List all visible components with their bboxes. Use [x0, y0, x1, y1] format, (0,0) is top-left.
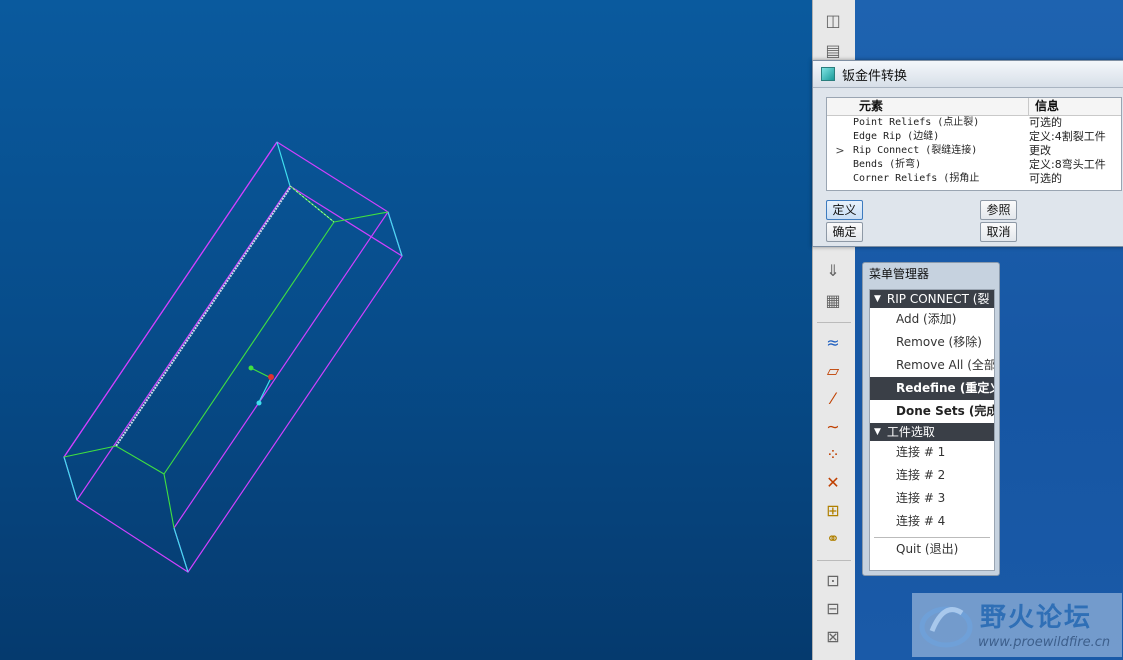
extrude-icon[interactable]: ▤: [819, 38, 847, 62]
menu-item-add[interactable]: Add (添加): [870, 308, 994, 331]
menu-item-connect-2[interactable]: 连接 # 2: [870, 464, 994, 487]
coordinate-system-icon[interactable]: ✕: [819, 470, 847, 494]
watermark-title: 野火论坛: [980, 603, 1093, 633]
menu-item-connect-4[interactable]: 连接 # 4: [870, 510, 994, 533]
dialog-title: 钣金件转换: [842, 68, 908, 84]
display-icon[interactable]: ⊠: [819, 624, 847, 648]
menu-item-redefine[interactable]: Redefine (重定义: [870, 377, 994, 400]
pattern-icon[interactable]: ▦: [819, 288, 847, 312]
element-list-header: 元素 信息: [827, 98, 1121, 116]
forum-watermark: 野火论坛 www.proewildfire.cn: [912, 593, 1122, 657]
current-marker-icon: >: [835, 144, 845, 157]
menu-item-done-sets[interactable]: Done Sets (完成: [870, 400, 994, 423]
layer-icon[interactable]: ⊡: [819, 568, 847, 592]
sheetmetal-conversion-dialog: 钣金件转换 元素 信息 Point Reliefs (点止裂) 可选的 Edge…: [812, 60, 1123, 247]
datum-plane-tool-icon[interactable]: ▱: [819, 358, 847, 382]
link-icon[interactable]: ⚭: [819, 526, 847, 550]
app-icon: [821, 67, 835, 81]
column-info: 信息: [1035, 99, 1060, 113]
menu-item-remove-all[interactable]: Remove All (全部: [870, 354, 994, 377]
collapse-triangle-icon: ▼: [874, 294, 881, 304]
watermark-url: www.proewildfire.cn: [978, 635, 1111, 650]
element-row[interactable]: Bends (折弯) 定义:8弯头工件: [827, 158, 1121, 172]
column-element: 元素: [827, 98, 1029, 115]
menu-item-connect-3[interactable]: 连接 # 3: [870, 487, 994, 510]
element-row[interactable]: Point Reliefs (点止裂) 可选的: [827, 116, 1121, 130]
define-button[interactable]: 定义: [826, 200, 863, 220]
element-row[interactable]: Edge Rip (边缝) 定义:4割裂工件: [827, 130, 1121, 144]
view-manager-icon[interactable]: ⊟: [819, 596, 847, 620]
curve-icon[interactable]: ≈: [819, 330, 847, 354]
datum-point-icon[interactable]: ⁘: [819, 442, 847, 466]
element-list[interactable]: 元素 信息 Point Reliefs (点止裂) 可选的 Edge Rip (…: [826, 97, 1122, 191]
menu-item-connect-1[interactable]: 连接 # 1: [870, 441, 994, 464]
cancel-button[interactable]: 取消: [980, 222, 1017, 242]
ok-button[interactable]: 确定: [826, 222, 863, 242]
section-part-select[interactable]: ▼ 工件选取: [870, 423, 994, 441]
datum-axis-icon[interactable]: ⁄: [819, 386, 847, 410]
reference-button[interactable]: 参照: [980, 200, 1017, 220]
menu-list: ▼ RIP CONNECT (裂 Add (添加) Remove (移除) Re…: [869, 289, 995, 571]
dialog-titlebar[interactable]: 钣金件转换: [813, 61, 1123, 88]
bend-icon[interactable]: ⇓: [819, 258, 847, 282]
menu-item-quit[interactable]: Quit (退出): [874, 537, 990, 561]
graphics-viewport[interactable]: [0, 0, 812, 660]
element-row-current[interactable]: > Rip Connect (裂缝连接) 更改: [827, 144, 1121, 158]
element-row[interactable]: Corner Reliefs (拐角止 可选的: [827, 172, 1121, 186]
menu-manager: 菜单管理器 ▼ RIP CONNECT (裂 Add (添加) Remove (…: [862, 262, 1000, 576]
menu-item-remove[interactable]: Remove (移除): [870, 331, 994, 354]
model-wireframe: [63, 141, 403, 573]
analysis-icon[interactable]: ⊞: [819, 498, 847, 522]
collapse-triangle-icon: ▼: [874, 427, 881, 437]
section-rip-connect[interactable]: ▼ RIP CONNECT (裂: [870, 290, 994, 308]
menu-manager-title[interactable]: 菜单管理器: [863, 263, 999, 285]
wildfire-logo-icon: [919, 606, 973, 648]
sketch-curve-icon[interactable]: ∼: [819, 414, 847, 438]
datum-plane-icon[interactable]: ◫: [819, 8, 847, 32]
